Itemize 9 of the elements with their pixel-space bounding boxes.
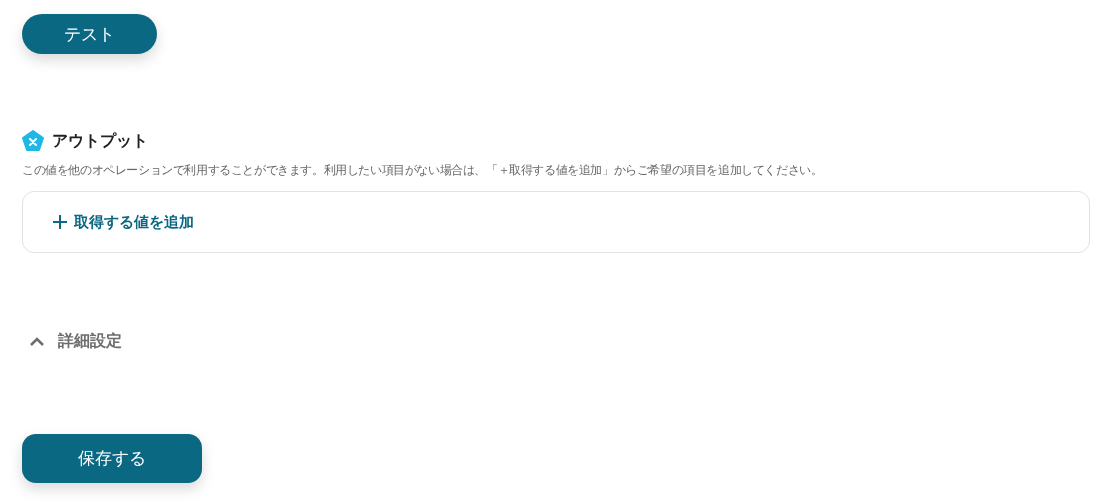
section-title: アウトプット: [52, 130, 148, 152]
save-button[interactable]: 保存する: [22, 434, 202, 483]
plus-icon: [53, 215, 67, 229]
chevron-icon: [30, 337, 44, 346]
pentagon-x-icon: [22, 130, 44, 152]
section-description: この値を他のオペレーションで利用することができます。利用したい項目がない場合は、「＋取得する値を追加」からご希望の項目を追加してください。: [22, 162, 824, 179]
add-value-button[interactable]: 取得する値を追加: [53, 212, 194, 232]
test-button[interactable]: テスト: [22, 14, 157, 54]
advanced-settings-toggle[interactable]: 詳細設定: [22, 331, 122, 352]
